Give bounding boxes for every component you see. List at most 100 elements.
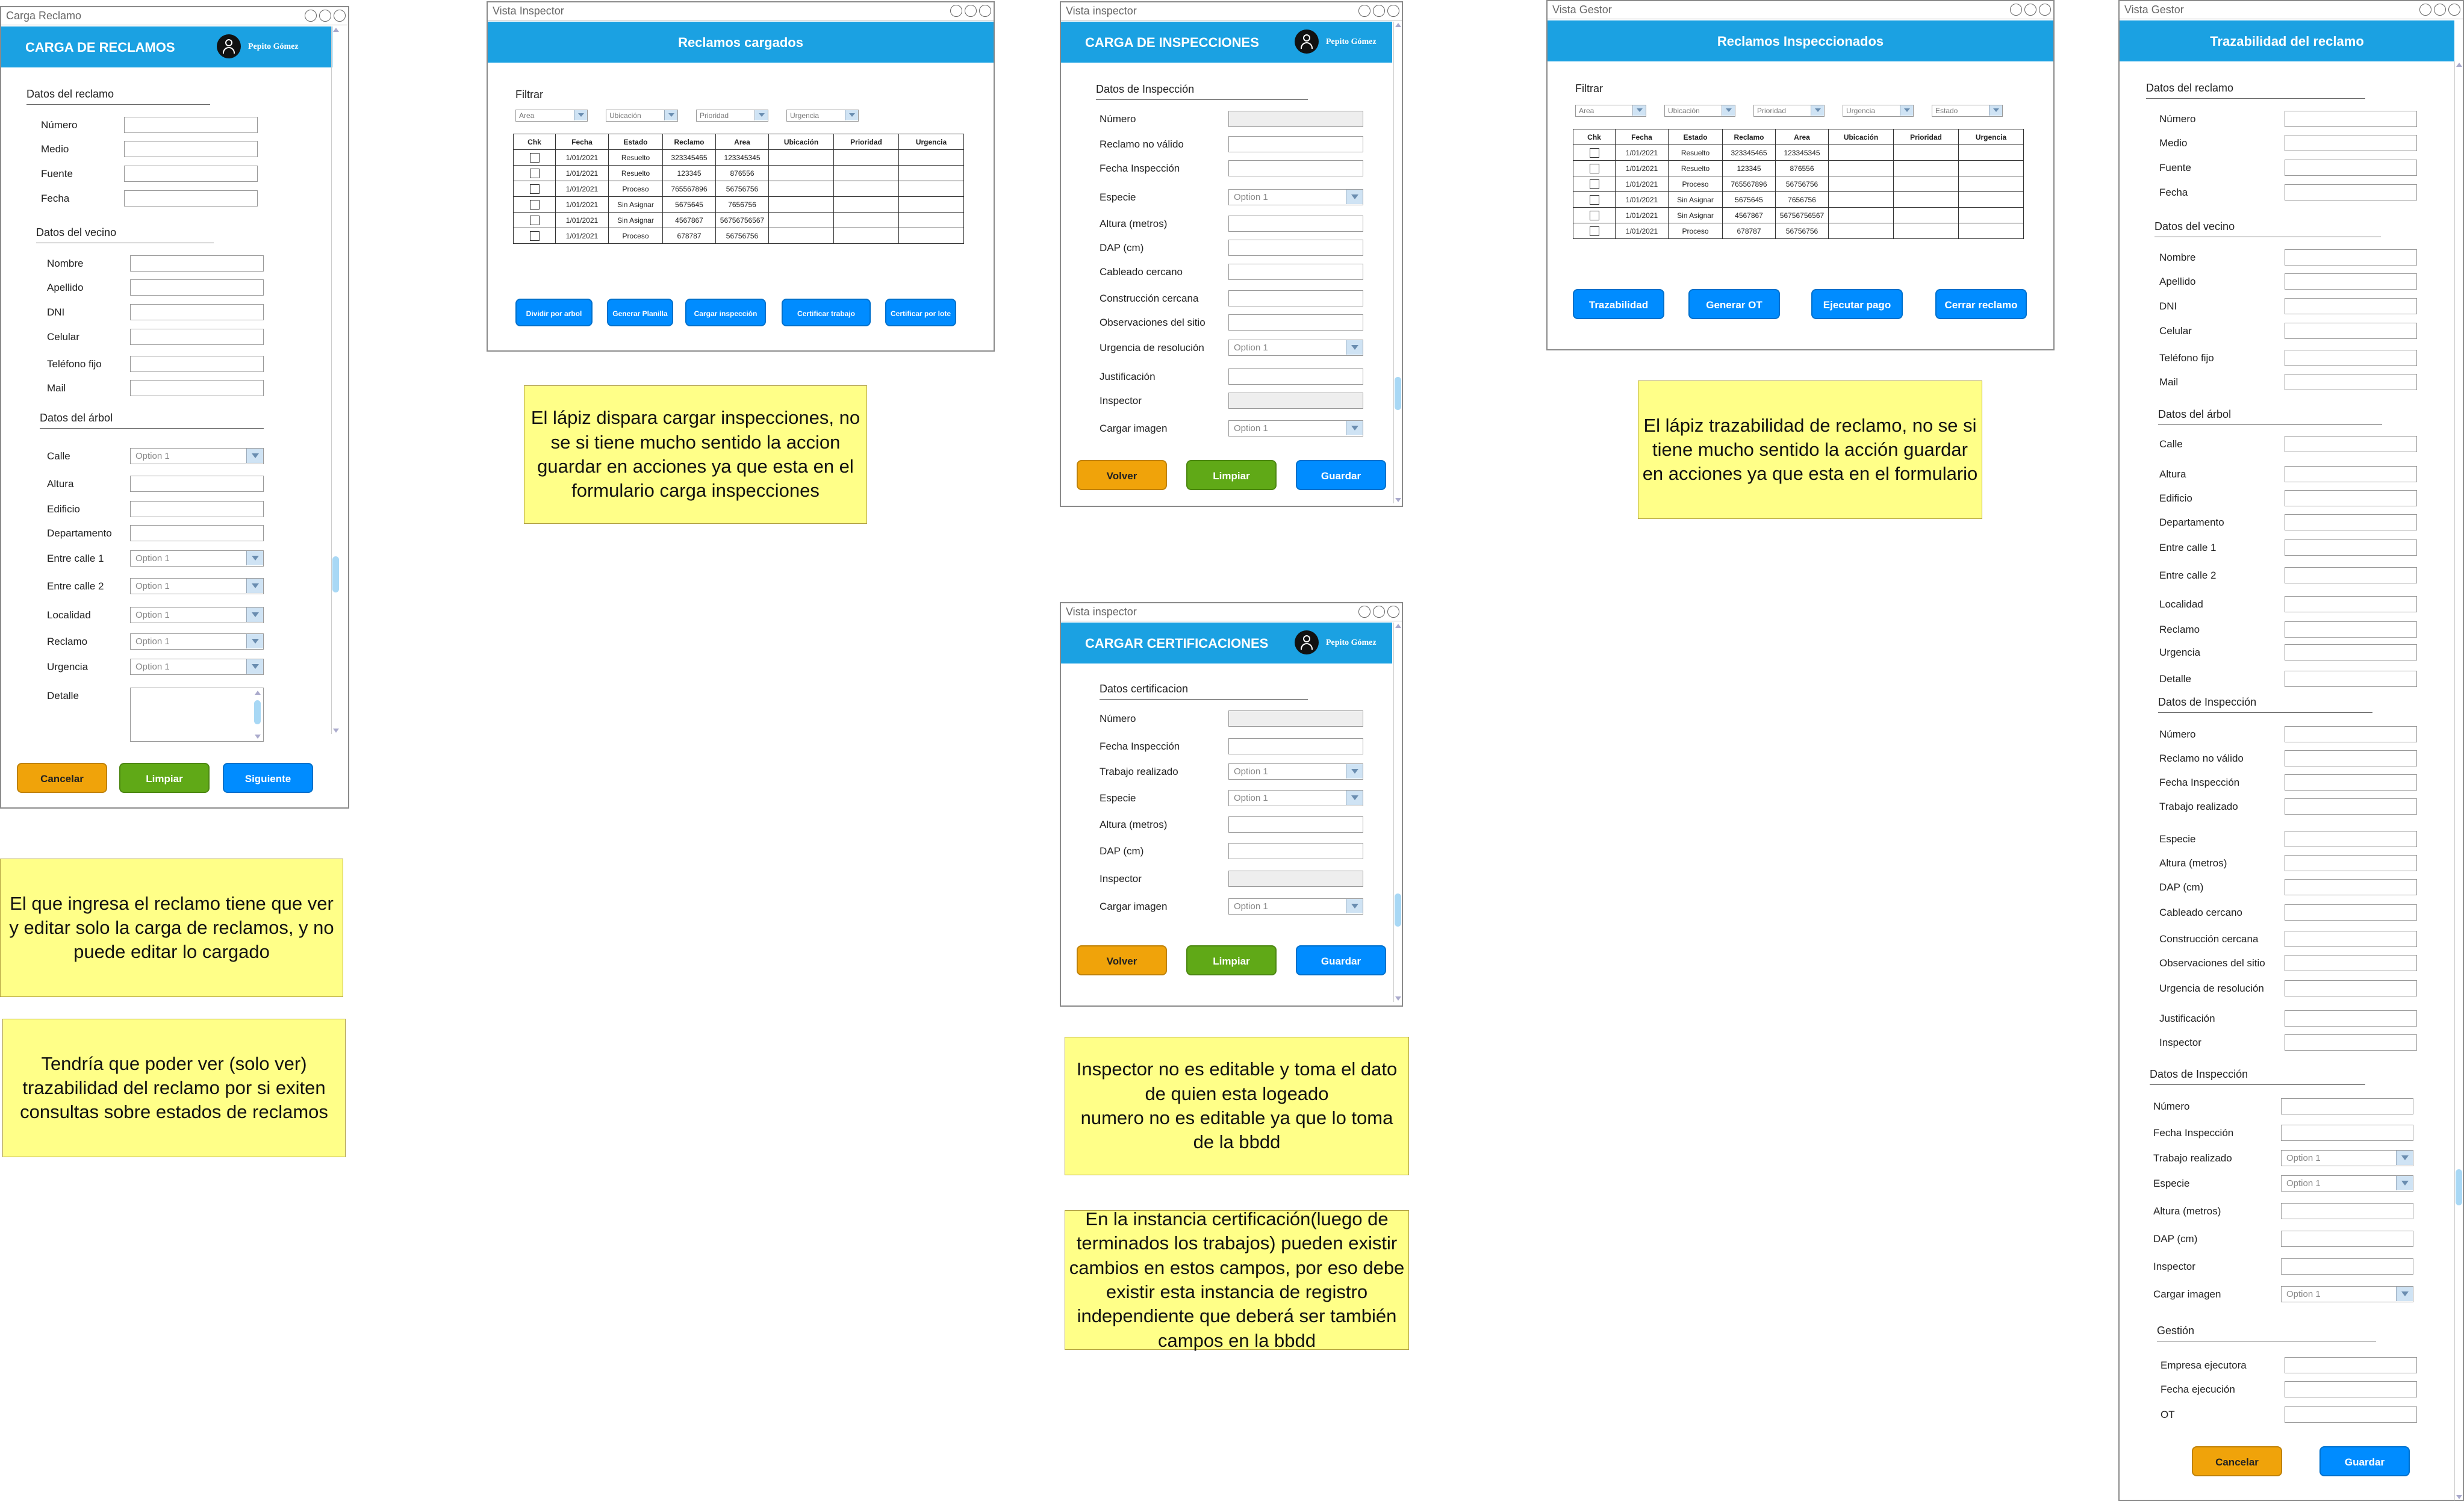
table-row[interactable]: 1/01/2021 Resuelto 323345465 123345345 — [1573, 145, 2024, 161]
input-observaciones-del-sitio[interactable] — [1228, 314, 1363, 331]
row-checkbox[interactable] — [1589, 163, 1599, 173]
input-numero[interactable] — [2285, 726, 2417, 742]
clear-button[interactable]: Limpiar — [1186, 460, 1277, 490]
scrollbar[interactable] — [2454, 61, 2463, 1500]
next-button[interactable]: Siguiente — [223, 763, 313, 793]
input-detalle[interactable] — [2285, 671, 2417, 687]
clear-button[interactable]: Limpiar — [119, 763, 210, 793]
column-header-area[interactable]: Area — [1775, 129, 1829, 145]
select-dropdown[interactable]: Option 1 — [2281, 1150, 2413, 1166]
row-checkbox[interactable] — [1589, 179, 1599, 189]
action-button-trazabilidad[interactable]: Trazabilidad — [1573, 289, 1664, 319]
input-departamento[interactable] — [130, 525, 264, 541]
input-dap-cm[interactable] — [2281, 1231, 2413, 1247]
input-altura-metros[interactable] — [1228, 816, 1363, 833]
input-reclamo[interactable] — [2285, 621, 2417, 638]
action-button-cargar-inspeccion[interactable]: Cargar inspección — [685, 299, 766, 326]
column-header-estado[interactable]: Estado — [1668, 129, 1723, 145]
table-row[interactable]: 1/01/2021 Sin Asignar 5675645 7656756 — [1573, 191, 2024, 208]
input-cableado-cercano[interactable] — [1228, 264, 1363, 280]
filter-ubicacion[interactable]: Ubicación — [1664, 105, 1735, 117]
input-medio[interactable] — [124, 141, 258, 157]
close-icon[interactable] — [979, 5, 991, 17]
input-observaciones-del-sitio[interactable] — [2285, 955, 2417, 971]
table-row[interactable]: 1/01/2021 Proceso 678787 56756756 — [1573, 223, 2024, 239]
input-especie[interactable] — [2285, 831, 2417, 847]
action-button-cerrar-reclamo[interactable]: Cerrar reclamo — [1935, 289, 2027, 319]
input-dap-cm[interactable] — [1228, 843, 1363, 859]
input-apellido[interactable] — [2285, 273, 2417, 290]
maximize-icon[interactable] — [319, 10, 331, 22]
minimize-icon[interactable] — [2419, 4, 2431, 16]
select-dropdown[interactable]: Option 1 — [2281, 1175, 2413, 1192]
select-dropdown[interactable]: Option 1 — [2281, 1286, 2413, 1302]
column-header-area[interactable]: Area — [715, 134, 769, 150]
input-mail[interactable] — [130, 380, 264, 396]
input-fecha-inspeccion[interactable] — [1228, 738, 1363, 754]
input-fecha-inspeccion[interactable] — [1228, 160, 1363, 176]
action-button-generar-planilla[interactable]: Generar Planilla — [607, 299, 673, 326]
scrollbar[interactable] — [1393, 22, 1402, 503]
minimize-icon[interactable] — [305, 10, 317, 22]
column-header-fecha[interactable]: Fecha — [555, 134, 609, 150]
back-button[interactable]: Volver — [1077, 460, 1167, 490]
input-calle[interactable] — [2285, 436, 2417, 452]
input-urgencia-de-resolucion[interactable] — [2285, 980, 2417, 996]
input-celular[interactable] — [2285, 323, 2417, 339]
select-dropdown[interactable]: Option 1 — [130, 633, 264, 650]
avatar-icon[interactable] — [1295, 630, 1319, 654]
select-dropdown[interactable]: Option 1 — [130, 659, 264, 675]
filter-urgencia[interactable]: Urgencia — [786, 110, 859, 122]
input-fecha[interactable] — [2285, 184, 2417, 200]
filter-prioridad[interactable]: Prioridad — [1753, 105, 1825, 117]
select-dropdown[interactable]: Option 1 — [130, 578, 264, 594]
minimize-icon[interactable] — [1358, 606, 1370, 618]
maximize-icon[interactable] — [2024, 4, 2036, 16]
input-telefono-fijo[interactable] — [130, 356, 264, 372]
input-celular[interactable] — [130, 329, 264, 345]
select-dropdown[interactable]: Option 1 — [1228, 790, 1363, 806]
close-icon[interactable] — [1387, 5, 1399, 17]
input-altura[interactable] — [2285, 466, 2417, 482]
cancel-button[interactable]: Cancelar — [17, 763, 107, 793]
table-row[interactable]: 1/01/2021 Resuelto 323345465 123345345 — [513, 149, 964, 166]
scrollbar[interactable] — [1393, 623, 1402, 1002]
column-header-urgencia[interactable]: Urgencia — [898, 134, 964, 150]
minimize-icon[interactable] — [2010, 4, 2022, 16]
input-altura-metros[interactable] — [2285, 855, 2417, 871]
table-row[interactable]: 1/01/2021 Sin Asignar 4567867 56756756567 — [513, 212, 964, 228]
minimize-icon[interactable] — [1358, 5, 1370, 17]
input-ot[interactable] — [2285, 1406, 2417, 1423]
column-header-estado[interactable]: Estado — [608, 134, 663, 150]
filter-prioridad[interactable]: Prioridad — [696, 110, 768, 122]
save-button[interactable]: Guardar — [1296, 945, 1386, 975]
row-checkbox[interactable] — [529, 199, 540, 210]
scrollbar[interactable] — [254, 689, 262, 740]
table-row[interactable]: 1/01/2021 Proceso 678787 56756756 — [513, 228, 964, 244]
input-empresa-ejecutora[interactable] — [2285, 1357, 2417, 1373]
minimize-icon[interactable] — [950, 5, 962, 17]
input-telefono-fijo[interactable] — [2285, 350, 2417, 366]
input-trabajo-realizado[interactable] — [2285, 798, 2417, 815]
clear-button[interactable]: Limpiar — [1186, 945, 1277, 975]
row-checkbox[interactable] — [1589, 194, 1599, 205]
detail-textarea[interactable] — [130, 688, 264, 742]
column-header-ubicacion[interactable]: Ubicación — [768, 134, 834, 150]
close-icon[interactable] — [2039, 4, 2051, 16]
action-button-generar-ot[interactable]: Generar OT — [1688, 289, 1780, 319]
input-justificacion[interactable] — [2285, 1010, 2417, 1027]
input-dap-cm[interactable] — [2285, 879, 2417, 895]
back-button[interactable]: Volver — [1077, 945, 1167, 975]
row-checkbox[interactable] — [1589, 148, 1599, 158]
close-icon[interactable] — [334, 10, 346, 22]
table-row[interactable]: 1/01/2021 Proceso 765567896 56756756 — [513, 181, 964, 197]
input-fuente[interactable] — [124, 166, 258, 182]
filter-ubicacion[interactable]: Ubicación — [606, 110, 678, 122]
input-fecha[interactable] — [124, 190, 258, 207]
input-dap-cm[interactable] — [1228, 240, 1363, 256]
action-button-certificar-trabajo[interactable]: Certificar trabajo — [782, 299, 871, 326]
input-numero[interactable] — [2285, 111, 2417, 127]
input-numero[interactable] — [124, 117, 258, 133]
column-header-reclamo[interactable]: Reclamo — [662, 134, 716, 150]
input-dni[interactable] — [2285, 298, 2417, 314]
